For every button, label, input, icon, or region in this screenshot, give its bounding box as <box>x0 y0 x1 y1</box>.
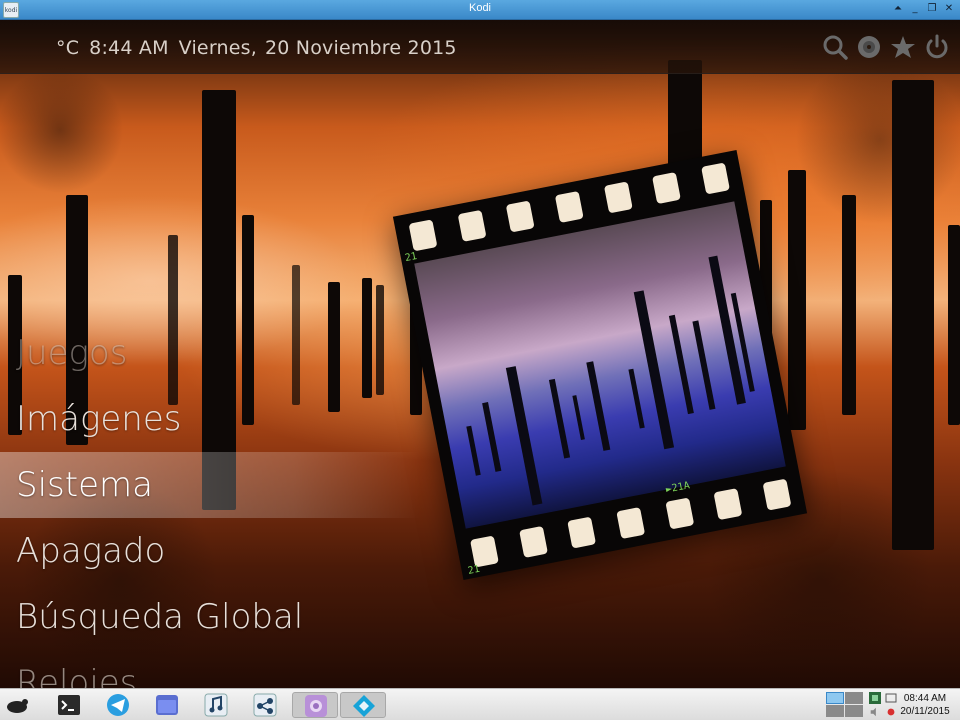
network-icon[interactable] <box>252 692 278 718</box>
desktop-4[interactable] <box>845 705 863 717</box>
background-post <box>948 225 960 425</box>
close-button[interactable]: ✕ <box>942 2 956 16</box>
music-icon[interactable] <box>203 692 229 718</box>
tray-clock-date: 20/11/2015 <box>900 706 950 717</box>
terminal-icon[interactable] <box>56 692 82 718</box>
desktop-1[interactable] <box>826 692 844 704</box>
taskbar-active-kodi[interactable] <box>340 692 386 718</box>
day-label: Viernes, <box>178 37 257 59</box>
telegram-icon[interactable] <box>105 692 131 718</box>
menu-item-imagenes[interactable]: Imágenes <box>0 386 420 452</box>
shade-button[interactable]: ⏶ <box>891 2 905 16</box>
time-label: 8:44 AM <box>89 37 169 59</box>
maximize-button[interactable]: ❐ <box>925 2 939 16</box>
background-post <box>788 170 806 430</box>
desktop-pager[interactable] <box>826 692 863 717</box>
disc-icon[interactable] <box>856 34 882 60</box>
temperature-label: °C <box>56 37 80 59</box>
tray-volume-icon[interactable] <box>868 706 882 718</box>
power-icon[interactable] <box>924 34 950 60</box>
taskbar-active-screenshot[interactable] <box>292 692 338 718</box>
search-icon[interactable] <box>822 34 848 60</box>
tray-clock-time: 08:44 AM <box>903 693 947 704</box>
lake-posts-image <box>466 255 755 506</box>
tray-network-icon[interactable] <box>868 691 882 705</box>
background-post <box>892 80 934 550</box>
menu-item-busqueda-global[interactable]: Búsqueda Global <box>0 584 420 650</box>
minimize-button[interactable]: _ <box>908 2 922 16</box>
kodi-header: °C 8:44 AM Viernes, 20 Noviembre 2015 <box>0 20 960 74</box>
desktop-2[interactable] <box>845 692 863 704</box>
favourites-star-icon[interactable] <box>890 34 916 60</box>
tray-clock[interactable]: 08:44 AM 20/11/2015 <box>894 692 956 718</box>
date-time-display: °C 8:44 AM Viernes, 20 Noviembre 2015 <box>56 37 467 59</box>
files-icon[interactable] <box>154 692 180 718</box>
background-post <box>842 195 856 415</box>
window-title: Kodi <box>468 2 492 14</box>
film-frame-picture: 21 21 ►21A <box>392 150 808 580</box>
window-titlebar[interactable]: kodi Kodi ⏶ _ ❐ ✕ <box>0 0 960 20</box>
screenshot-icon <box>305 695 327 717</box>
date-label: 20 Noviembre 2015 <box>264 37 457 59</box>
menu-icon[interactable] <box>4 692 30 718</box>
menu-item-sistema[interactable]: Sistema <box>0 452 420 518</box>
film-frame-number-bottom-left: 21 <box>466 563 481 577</box>
menu-item-juegos[interactable]: Juegos <box>0 320 420 386</box>
menu-item-relojes[interactable]: Relojes <box>0 650 420 688</box>
film-photo <box>414 201 786 529</box>
taskbar: 08:44 AM 20/11/2015 <box>0 688 960 720</box>
menu-item-apagado[interactable]: Apagado <box>0 518 420 584</box>
kodi-home-screen: °C 8:44 AM Viernes, 20 Noviembre 2015 Juego… <box>0 20 960 688</box>
kodi-icon <box>353 695 375 717</box>
main-menu: Juegos Imágenes Sistema Apagado Búsqueda… <box>0 320 420 688</box>
desktop-3[interactable] <box>826 705 844 717</box>
